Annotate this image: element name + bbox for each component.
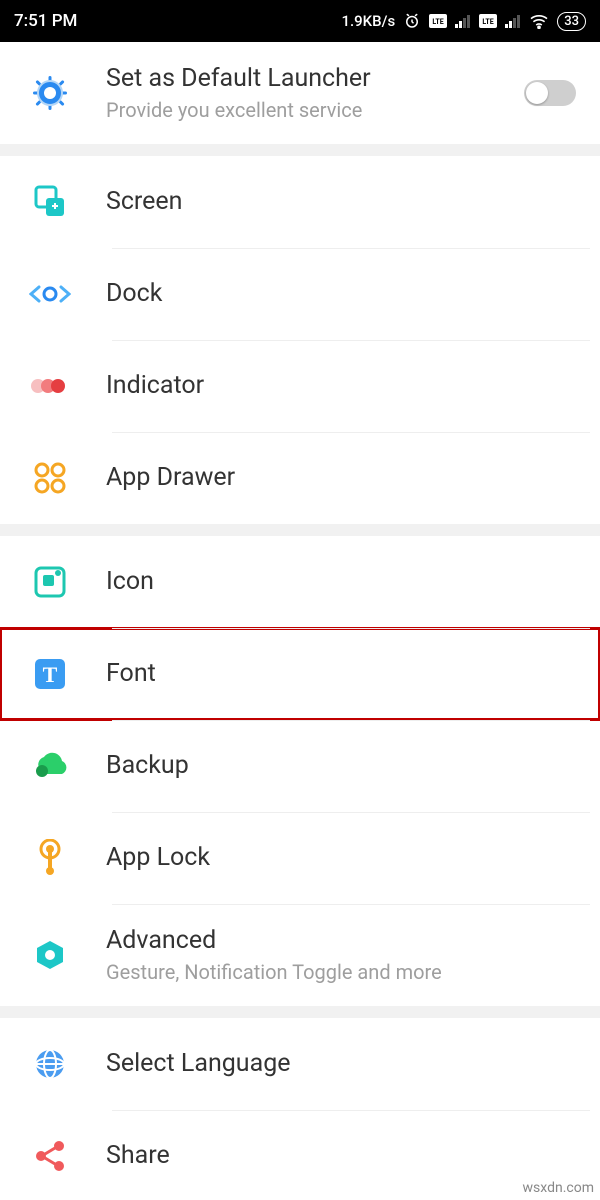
alarm-icon: [403, 12, 421, 30]
advanced-title: Advanced: [106, 926, 580, 956]
group-display: Screen Dock Indicator App Drawer: [0, 156, 600, 524]
language-label: Select Language: [106, 1049, 580, 1079]
wifi-icon: [529, 13, 549, 29]
app-drawer-icon: [20, 461, 80, 495]
font-label: Font: [106, 659, 580, 689]
share-icon: [20, 1139, 80, 1173]
app-drawer-label: App Drawer: [106, 463, 580, 493]
app-lock-label: App Lock: [106, 843, 580, 873]
indicator-label: Indicator: [106, 371, 580, 401]
icon-row[interactable]: Icon: [0, 536, 600, 628]
backup-label: Backup: [106, 751, 580, 781]
watermark: wsxdn.com: [523, 1180, 594, 1196]
app-lock-row[interactable]: App Lock: [0, 812, 600, 904]
battery-level: 33: [557, 12, 586, 31]
advanced-icon: [20, 939, 80, 971]
font-icon: T: [20, 657, 80, 691]
lock-icon: [20, 839, 80, 877]
svg-text:LTE: LTE: [483, 18, 494, 26]
screen-label: Screen: [106, 187, 580, 217]
icon-label: Icon: [106, 567, 580, 597]
status-bar: 7:51 PM 1.9KB/s LTE LTE 33: [0, 0, 600, 42]
volte-icon-1: LTE: [429, 14, 447, 28]
backup-row[interactable]: Backup: [0, 720, 600, 812]
group-misc: Select Language Share: [0, 1018, 600, 1200]
advanced-subtitle: Gesture, Notification Toggle and more: [106, 960, 580, 984]
screen-icon: [20, 184, 80, 220]
icon-icon: [20, 565, 80, 599]
status-time: 7:51 PM: [14, 11, 341, 31]
globe-icon: [20, 1048, 80, 1080]
svg-text:T: T: [43, 662, 58, 687]
dock-icon: [20, 283, 80, 305]
gear-globe-icon: [20, 73, 80, 113]
signal-icon-1: [455, 14, 471, 28]
app-drawer-row[interactable]: App Drawer: [0, 432, 600, 524]
default-launcher-toggle[interactable]: [524, 80, 576, 106]
share-row[interactable]: Share: [0, 1110, 600, 1200]
language-row[interactable]: Select Language: [0, 1018, 600, 1110]
dock-row[interactable]: Dock: [0, 248, 600, 340]
signal-icon-2: [505, 14, 521, 28]
status-speed: 1.9KB/s: [341, 12, 395, 30]
header-subtitle: Provide you excellent service: [106, 98, 524, 122]
advanced-row[interactable]: Advanced Gesture, Notification Toggle an…: [0, 904, 600, 1006]
status-right: 1.9KB/s LTE LTE 33: [341, 12, 586, 31]
svg-text:LTE: LTE: [433, 18, 444, 26]
group-customize: Icon T Font Backup App Lock Advanced Ges…: [0, 536, 600, 1006]
share-label: Share: [106, 1141, 580, 1171]
default-launcher-row[interactable]: Set as Default Launcher Provide you exce…: [0, 42, 600, 144]
screen-row[interactable]: Screen: [0, 156, 600, 248]
indicator-row[interactable]: Indicator: [0, 340, 600, 432]
indicator-icon: [20, 376, 80, 396]
volte-icon-2: LTE: [479, 14, 497, 28]
header-section: Set as Default Launcher Provide you exce…: [0, 42, 600, 144]
backup-icon: [20, 752, 80, 780]
dock-label: Dock: [106, 279, 580, 309]
font-row[interactable]: T Font: [0, 628, 600, 720]
header-title: Set as Default Launcher: [106, 64, 524, 94]
